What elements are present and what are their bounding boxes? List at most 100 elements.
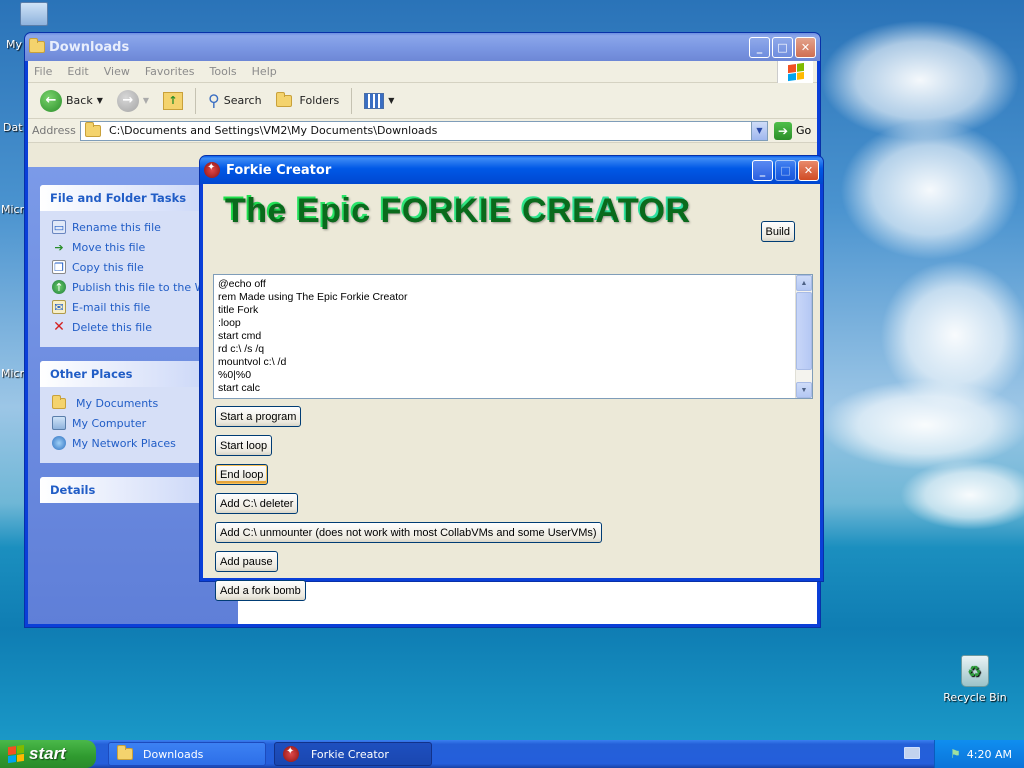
folder-icon [85, 121, 101, 137]
add-c-unmounter-button[interactable]: Add C:\ unmounter (does not work with mo… [215, 522, 602, 543]
minimize-button[interactable]: _ [752, 159, 773, 181]
views-button[interactable]: ▼ [360, 92, 398, 109]
desktop-icon-label[interactable]: Micr [1, 203, 24, 216]
start-button[interactable]: start [0, 740, 96, 768]
forward-button[interactable]: → ▼ [113, 89, 153, 112]
task-rename[interactable]: ▭ Rename this file [52, 217, 216, 237]
delete-icon: ✕ [53, 319, 65, 335]
task-publish[interactable]: ↑ Publish this file to the Web [52, 277, 216, 297]
menu-help[interactable]: Help [252, 65, 277, 78]
folders-button[interactable]: Folders [272, 91, 344, 107]
back-arrow-icon: ← [40, 89, 62, 112]
place-my-documents[interactable]: My Documents [52, 393, 216, 413]
back-button[interactable]: ← Back ▼ [36, 89, 107, 112]
taskbar-item-forkie[interactable]: Forkie Creator [274, 742, 432, 766]
network-icon [52, 436, 66, 450]
forkie-app-icon [283, 746, 299, 762]
desktop-icon-label[interactable]: Dat [3, 121, 23, 134]
address-dropdown-button[interactable]: ▼ [751, 121, 767, 140]
desktop-icon-recycle-bin[interactable]: Recycle Bin [940, 655, 1010, 704]
go-arrow-icon: ➔ [774, 121, 792, 140]
chevron-down-icon[interactable]: ▼ [143, 96, 149, 105]
task-label: Move this file [72, 240, 146, 254]
place-my-network[interactable]: My Network Places [52, 433, 216, 453]
clock[interactable]: 4:20 AM [967, 748, 1012, 761]
network-tray-icon[interactable]: ⚑ [950, 747, 961, 761]
maximize-button[interactable]: □ [775, 159, 796, 181]
task-label: Publish this file to the Web [72, 280, 216, 294]
taskbar-item-label: Forkie Creator [311, 747, 389, 761]
code-line: @echo off [218, 278, 266, 290]
place-label: My Network Places [72, 436, 176, 450]
menu-bar: File Edit View Favorites Tools Help [28, 61, 817, 83]
move-icon: ➔ [54, 240, 64, 254]
desktop-icon-label[interactable]: Micr [1, 367, 24, 380]
windows-logo-icon [8, 744, 24, 764]
menu-edit[interactable]: Edit [67, 65, 88, 78]
task-copy[interactable]: ❐ Copy this file [52, 257, 216, 277]
add-pause-button[interactable]: Add pause [215, 551, 278, 572]
end-loop-button[interactable]: End loop [215, 464, 269, 485]
menu-view[interactable]: View [104, 65, 130, 78]
code-line: :loop [218, 317, 241, 329]
forkie-title: Forkie Creator [226, 162, 332, 178]
taskbar-item-downloads[interactable]: Downloads [108, 742, 266, 766]
task-delete[interactable]: ✕ Delete this file [52, 317, 216, 337]
keyboard-icon[interactable] [904, 747, 920, 759]
folder-icon [29, 38, 45, 53]
close-button[interactable]: ✕ [795, 36, 816, 58]
code-line: rem Made using The Epic Forkie Creator [218, 291, 408, 303]
vertical-scrollbar[interactable]: ▲ ▼ [795, 275, 812, 398]
minimize-button[interactable]: _ [749, 36, 770, 58]
code-line: title Fork [218, 304, 259, 316]
up-folder-button[interactable]: ↑ [159, 91, 187, 110]
toolbar: ← Back ▼ → ▼ ↑ ⚲ Search Folders ▼ [28, 83, 817, 119]
address-label: Address [32, 124, 76, 137]
folders-icon [275, 91, 292, 107]
code-line: start calc [218, 382, 261, 394]
forkie-titlebar[interactable]: Forkie Creator _ □ ✕ [200, 156, 823, 184]
task-email[interactable]: ✉ E-mail this file [52, 297, 216, 317]
task-label: E-mail this file [72, 300, 151, 314]
recycle-bin-label: Recycle Bin [943, 691, 1007, 704]
toolbar-separator [351, 87, 353, 114]
folders-label: Folders [299, 94, 340, 107]
search-label: Search [223, 94, 262, 107]
menu-favorites[interactable]: Favorites [145, 65, 195, 78]
search-button[interactable]: ⚲ Search [204, 91, 266, 110]
email-icon: ✉ [52, 300, 66, 314]
explorer-titlebar[interactable]: Downloads _ □ ✕ [25, 33, 820, 61]
code-line: %0|%0 [218, 369, 252, 381]
scroll-down-button[interactable]: ▼ [796, 382, 812, 398]
menu-tools[interactable]: Tools [210, 65, 237, 78]
task-label: Rename this file [72, 220, 161, 234]
task-move[interactable]: ➔ Move this file [52, 237, 216, 257]
close-button[interactable]: ✕ [798, 159, 819, 181]
batch-code-textarea[interactable]: @echo off rem Made using The Epic Forkie… [213, 274, 813, 399]
chevron-down-icon[interactable]: ▼ [97, 96, 103, 105]
menu-file[interactable]: File [34, 65, 52, 78]
place-label: My Documents [76, 396, 159, 410]
desktop-icon-my-computer[interactable]: My [0, 2, 48, 51]
address-input[interactable]: C:\Documents and Settings\VM2\My Documen… [80, 120, 768, 141]
start-label: start [29, 744, 66, 763]
code-line: mountvol c:\ /d [218, 356, 287, 368]
add-c-deleter-button[interactable]: Add C:\ deleter [215, 493, 299, 514]
place-my-computer[interactable]: My Computer [52, 413, 216, 433]
desktop-icon-label: My [6, 38, 23, 51]
chevron-down-icon: ▼ [388, 96, 395, 105]
go-label: Go [796, 124, 812, 137]
folder-icon [117, 745, 133, 760]
search-icon: ⚲ [208, 91, 220, 110]
maximize-button[interactable]: □ [772, 36, 793, 58]
start-loop-button[interactable]: Start loop [215, 435, 273, 456]
add-fork-bomb-button[interactable]: Add a fork bomb [215, 580, 306, 601]
go-button[interactable]: ➔ Go [774, 121, 812, 140]
scroll-up-button[interactable]: ▲ [796, 275, 812, 291]
scroll-thumb[interactable] [796, 292, 812, 370]
my-documents-icon [52, 394, 66, 409]
build-button[interactable]: Build [760, 221, 795, 242]
forkie-heading: The Epic FORKIE CREATOR [223, 190, 689, 228]
start-program-button[interactable]: Start a program [215, 406, 302, 427]
task-label: Copy this file [72, 260, 144, 274]
